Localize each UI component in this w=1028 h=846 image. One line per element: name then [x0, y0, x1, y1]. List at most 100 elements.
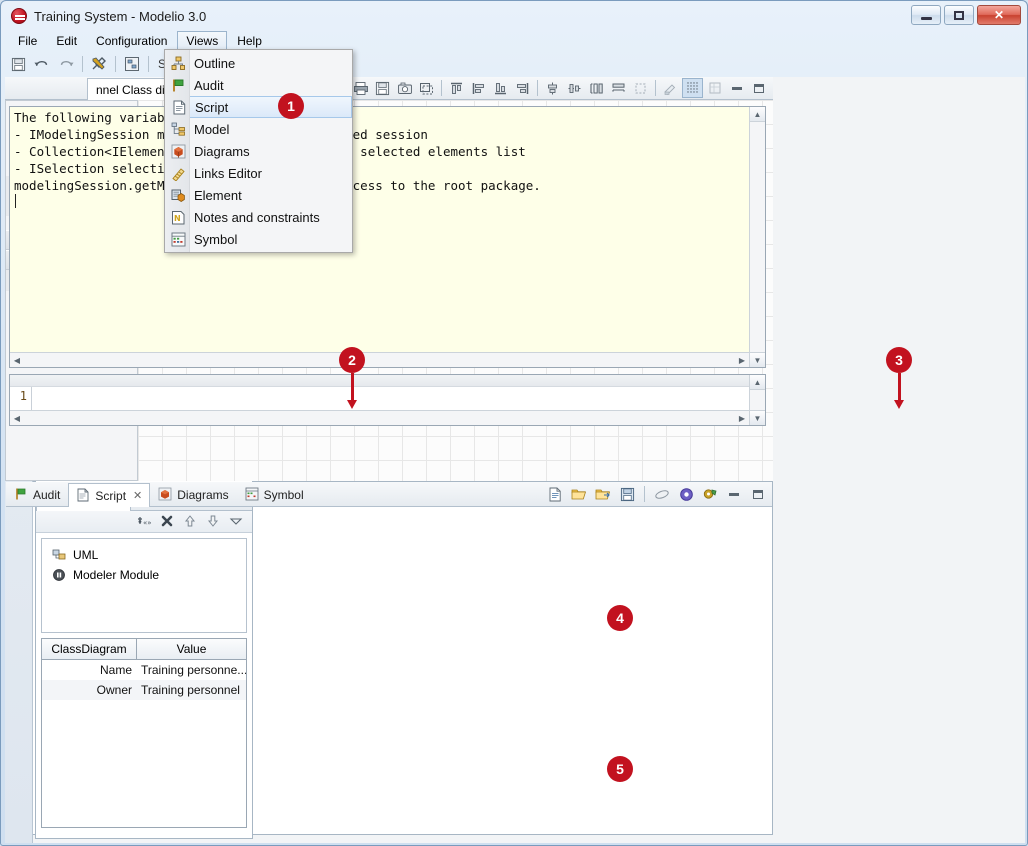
property-value[interactable]: Training personne...	[137, 663, 246, 677]
menu-item-audit[interactable]: Audit	[165, 74, 352, 96]
align-left-icon[interactable]	[468, 78, 489, 98]
toggle-grid-icon[interactable]	[682, 78, 703, 98]
script-output-area[interactable]: 1 ▲ ▼ ◀ ▶	[9, 374, 766, 426]
script-editor-text[interactable]: The following variables are accessible: …	[14, 109, 747, 194]
property-value[interactable]: Training personnel	[137, 683, 246, 697]
open-recent-icon[interactable]	[593, 484, 613, 504]
menu-item-element[interactable]: Element	[165, 184, 352, 206]
list-item[interactable]: UML	[52, 545, 246, 565]
align-center-icon[interactable]	[542, 78, 563, 98]
scroll-left-icon[interactable]: ◀	[10, 414, 24, 423]
annotation-badge-3: 3	[886, 347, 912, 373]
menu-item-label: Notes and constraints	[194, 209, 320, 225]
window-title: Training System - Modelio 3.0	[34, 8, 207, 24]
scroll-left-icon[interactable]: ◀	[10, 356, 24, 365]
element-list[interactable]: UML Modeler Module	[41, 538, 247, 633]
modeler-module-icon	[52, 568, 67, 583]
align-bottom-icon[interactable]	[490, 78, 511, 98]
maximize-glyph	[753, 489, 763, 499]
menu-edit[interactable]: Edit	[47, 31, 86, 51]
snapshot-icon[interactable]	[394, 78, 415, 98]
align-middle-icon[interactable]	[564, 78, 585, 98]
run-script-icon[interactable]	[676, 484, 696, 504]
scroll-up-icon[interactable]: ▲	[750, 375, 765, 390]
save-image-icon[interactable]	[372, 78, 393, 98]
menu-item-outline[interactable]: Outline	[165, 52, 352, 74]
menu-views[interactable]: Views	[177, 31, 228, 51]
configure-icon[interactable]	[700, 484, 720, 504]
minimize-button[interactable]	[911, 5, 941, 25]
window-controls: ✕	[911, 5, 1021, 25]
tab-diagrams[interactable]: Diagrams	[150, 482, 236, 506]
save-icon[interactable]	[7, 53, 29, 75]
toolbar-separator	[115, 56, 116, 72]
minimize-glyph	[731, 86, 742, 90]
scroll-right-icon[interactable]: ▶	[735, 356, 749, 365]
property-table[interactable]: ClassDiagram Value Name Training personn…	[41, 638, 247, 828]
add-stereotype-icon[interactable]: •«»	[137, 514, 152, 529]
notes-icon: N	[171, 210, 186, 225]
menu-configuration[interactable]: Configuration	[87, 31, 176, 51]
delete-icon[interactable]	[160, 514, 175, 529]
close-button[interactable]: ✕	[977, 5, 1021, 25]
undo-icon[interactable]	[31, 53, 53, 75]
same-width-icon[interactable]	[608, 78, 629, 98]
edit-style-icon[interactable]	[660, 78, 681, 98]
maximize-script-view-icon[interactable]	[748, 484, 768, 504]
menu-item-diagrams[interactable]: Diagrams	[165, 140, 352, 162]
annotation-badge-4: 4	[607, 605, 633, 631]
menu-item-label: Script	[195, 99, 229, 115]
scroll-down-icon[interactable]: ▼	[750, 410, 765, 425]
menu-item-symbol[interactable]: Symbol	[165, 228, 352, 250]
minimize-script-view-icon[interactable]	[724, 484, 744, 504]
snap-to-grid-icon[interactable]	[704, 78, 725, 98]
table-row[interactable]: Name Training personne...	[42, 660, 246, 680]
scroll-down-icon[interactable]: ▼	[750, 352, 765, 367]
menu-item-links-editor[interactable]: Links Editor	[165, 162, 352, 184]
align-right-icon[interactable]	[512, 78, 533, 98]
align-top-icon[interactable]	[446, 78, 467, 98]
maximize-button[interactable]	[944, 5, 974, 25]
script-editor-area[interactable]: The following variables are accessible: …	[9, 106, 766, 368]
scroll-right-icon[interactable]: ▶	[735, 414, 749, 423]
open-script-icon[interactable]	[569, 484, 589, 504]
tab-script[interactable]: Script ✕	[68, 483, 151, 507]
clear-console-icon[interactable]	[652, 484, 672, 504]
create-diagram-icon[interactable]	[121, 53, 143, 75]
move-up-icon[interactable]	[183, 514, 198, 529]
tools-icon[interactable]	[88, 53, 110, 75]
menu-item-notes-and-constraints[interactable]: N Notes and constraints	[165, 206, 352, 228]
script-editor-vscrollbar[interactable]: ▲ ▼	[749, 107, 765, 367]
script-output-hscrollbar[interactable]: ◀ ▶	[10, 410, 749, 425]
script-output-vscrollbar[interactable]: ▲ ▼	[749, 375, 765, 425]
column-header-classdiagram[interactable]: ClassDiagram	[42, 639, 137, 659]
toolbar-separator	[148, 56, 149, 72]
same-height-icon[interactable]	[586, 78, 607, 98]
save-script-icon[interactable]	[617, 484, 637, 504]
column-header-value[interactable]: Value	[137, 639, 246, 659]
minimize-editor-icon[interactable]	[726, 78, 747, 98]
view-menu-icon[interactable]	[229, 514, 244, 529]
print-icon[interactable]	[350, 78, 371, 98]
list-item[interactable]: Modeler Module	[52, 565, 246, 585]
views-dropdown-menu[interactable]: Outline Audit Script Model Diagrams Link…	[164, 49, 353, 253]
redo-icon[interactable]	[55, 53, 77, 75]
auto-size-icon[interactable]	[630, 78, 651, 98]
tab-audit[interactable]: Audit	[6, 482, 68, 506]
menu-item-script[interactable]: Script	[165, 96, 352, 118]
tab-symbol[interactable]: Symbol	[237, 482, 312, 506]
table-row[interactable]: Owner Training personnel	[42, 680, 246, 700]
scroll-up-icon[interactable]: ▲	[750, 107, 765, 122]
maximize-editor-icon[interactable]	[748, 78, 769, 98]
close-icon[interactable]: ✕	[133, 489, 142, 502]
annotation-badge-5: 5	[607, 756, 633, 782]
menu-item-model[interactable]: Model	[165, 118, 352, 140]
move-down-icon[interactable]	[206, 514, 221, 529]
property-key: Name	[99, 663, 132, 677]
script-editor-hscrollbar[interactable]: ◀ ▶	[10, 352, 749, 367]
select-region-icon[interactable]	[416, 78, 437, 98]
menu-help[interactable]: Help	[228, 31, 271, 51]
new-script-icon[interactable]	[545, 484, 565, 504]
minimize-glyph	[729, 492, 739, 496]
menu-file[interactable]: File	[9, 31, 46, 51]
